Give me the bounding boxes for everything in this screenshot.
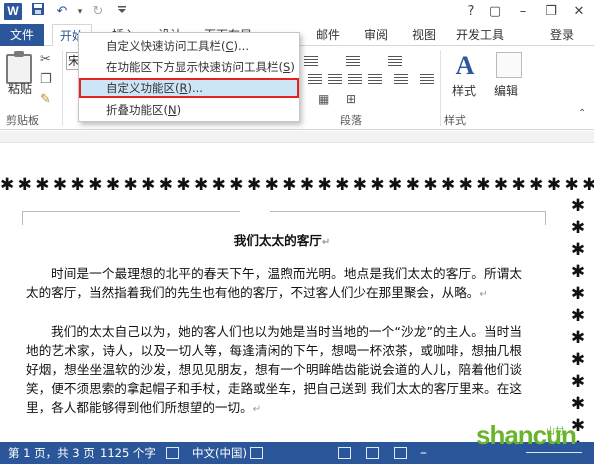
- editing-button-label[interactable]: 编辑: [494, 82, 518, 99]
- menu-item-hotkey: R: [179, 81, 188, 95]
- page-border-top: ✱ ✱ ✱ ✱ ✱ ✱ ✱ ✱ ✱ ✱ ✱ ✱ ✱ ✱ ✱ ✱ ✱ ✱ ✱ ✱ …: [0, 175, 594, 195]
- numbering-icon[interactable]: [346, 56, 360, 67]
- menu-item-tail: )...: [187, 81, 203, 95]
- read-mode-icon[interactable]: [338, 447, 351, 459]
- line-spacing-icon[interactable]: [394, 74, 408, 85]
- language-indicator[interactable]: 中文(中国): [192, 442, 247, 464]
- page-count[interactable]: 第 1 页，共 3 页: [8, 442, 95, 464]
- margin-guide: [22, 211, 23, 225]
- sign-in-link[interactable]: 登录: [550, 24, 574, 46]
- save-icon[interactable]: [28, 2, 48, 22]
- paragraph-text: 时间是一个最理想的北平的春天下午，温煦而光明。地点是我们太太的客厅。所谓太太的客…: [26, 266, 522, 300]
- cut-icon[interactable]: ✂: [40, 52, 51, 67]
- menu-item-label: 自定义功能区(: [106, 81, 180, 95]
- page-border-right: ✱✱✱✱✱✱✱✱✱✱✱✱: [570, 196, 586, 445]
- paragraph-group-label: 段落: [340, 114, 362, 127]
- close-button[interactable]: ✕: [568, 1, 590, 23]
- borders-icon[interactable]: ⊞: [346, 92, 356, 106]
- customize-quick-access-icon[interactable]: [112, 2, 132, 22]
- paragraph-mark: ↵: [252, 404, 262, 415]
- editing-icon[interactable]: [496, 52, 522, 78]
- clipboard-group-label: 剪贴板: [6, 114, 39, 127]
- tab-developer[interactable]: 开发工具: [452, 24, 508, 46]
- undo-dropdown-icon[interactable]: ▾: [70, 2, 90, 22]
- word-count[interactable]: 1125 个字: [100, 442, 156, 464]
- align-right-icon[interactable]: [348, 74, 362, 85]
- paragraph: 我们的太太自己以为，她的客人们也以为她是当时当地的一个“沙龙”的主人。当时当地的…: [26, 322, 522, 419]
- print-layout-icon[interactable]: [366, 447, 379, 459]
- menu-item-tail: ): [176, 103, 182, 117]
- menu-item-customize-quick-access[interactable]: 自定义快速访问工具栏(C)...: [80, 36, 298, 56]
- menu-item-collapse-ribbon[interactable]: 折叠功能区(N): [80, 100, 298, 120]
- menu-item-hotkey: C: [225, 39, 234, 53]
- document-area[interactable]: ✱ ✱ ✱ ✱ ✱ ✱ ✱ ✱ ✱ ✱ ✱ ✱ ✱ ✱ ✱ ✱ ✱ ✱ ✱ ✱ …: [0, 131, 594, 445]
- title-bar: W ↶ ▾ ↻ ? ▢ – ❐ ✕: [0, 0, 594, 24]
- justify-icon[interactable]: [368, 74, 382, 85]
- macro-record-icon[interactable]: [250, 447, 263, 459]
- help-button[interactable]: ?: [460, 1, 482, 23]
- tab-mailings[interactable]: 邮件: [308, 24, 348, 46]
- styles-icon[interactable]: A: [452, 52, 478, 80]
- ruler-strip: [0, 131, 594, 143]
- tab-review[interactable]: 审阅: [356, 24, 396, 46]
- watermark-sub: 山村: [546, 427, 565, 437]
- document-body[interactable]: 我们太太的客厅↵ 时间是一个最理想的北平的春天下午，温煦而光明。地点是我们太太的…: [26, 231, 522, 437]
- zoom-out-icon[interactable]: –: [420, 442, 427, 464]
- copy-icon[interactable]: ❐: [40, 72, 52, 87]
- restore-button[interactable]: ❐: [540, 1, 562, 23]
- document-heading: 我们太太的客厅↵: [42, 231, 522, 252]
- menu-item-tail: ): [290, 60, 295, 74]
- tab-view[interactable]: 视图: [404, 24, 444, 46]
- paragraph-mark: ↵: [479, 289, 488, 300]
- word-app-icon: W: [4, 3, 22, 20]
- quick-access-context-menu: 自定义快速访问工具栏(C)... 在功能区下方显示快速访问工具栏(S) 自定义功…: [78, 32, 300, 122]
- margin-guide: [22, 211, 240, 212]
- web-layout-icon[interactable]: [394, 447, 407, 459]
- sort-icon[interactable]: [420, 74, 434, 85]
- menu-item-label: 折叠功能区(: [106, 103, 168, 117]
- group-separator: [440, 50, 441, 126]
- format-painter-icon[interactable]: ✎: [40, 92, 51, 107]
- heading-text: 我们太太的客厅: [233, 233, 322, 248]
- menu-item-label: 自定义快速访问工具栏(: [106, 39, 226, 53]
- undo-icon[interactable]: ↶: [52, 2, 72, 22]
- group-separator: [62, 50, 63, 126]
- paragraph: 时间是一个最理想的北平的春天下午，温煦而光明。地点是我们太太的客厅。所谓太太的客…: [26, 264, 522, 304]
- paragraph-mark: ↵: [321, 237, 331, 248]
- ribbon-display-options-button[interactable]: ▢: [484, 1, 506, 23]
- shading-icon[interactable]: ▦: [318, 92, 329, 106]
- redo-icon[interactable]: ↻: [88, 2, 108, 22]
- collapse-ribbon-icon[interactable]: ⌃: [578, 108, 586, 119]
- menu-item-hotkey: N: [168, 103, 177, 117]
- proofing-icon[interactable]: [166, 447, 179, 459]
- zoom-slider[interactable]: [526, 452, 582, 453]
- margin-guide: [270, 211, 546, 212]
- styles-group-label: 样式: [444, 114, 466, 127]
- margin-guide: [545, 211, 546, 225]
- align-center-icon[interactable]: [328, 74, 342, 85]
- bullets-icon[interactable]: [304, 56, 318, 67]
- paste-button-label[interactable]: 粘贴: [8, 80, 32, 97]
- menu-item-tail: )...: [233, 39, 249, 53]
- tab-file[interactable]: 文件: [0, 24, 44, 46]
- styles-button-label[interactable]: 样式: [452, 82, 476, 99]
- menu-item-customize-ribbon[interactable]: 自定义功能区(R)...: [79, 78, 299, 98]
- menu-item-label: 在功能区下方显示快速访问工具栏(: [106, 60, 283, 74]
- minimize-button[interactable]: –: [512, 1, 534, 23]
- menu-item-show-below-ribbon[interactable]: 在功能区下方显示快速访问工具栏(S): [80, 57, 298, 77]
- multilevel-list-icon[interactable]: [388, 56, 402, 67]
- paragraph-text: 我们的太太自己以为，她的客人们也以为她是当时当地的一个“沙龙”的主人。当时当地的…: [26, 324, 522, 415]
- align-left-icon[interactable]: [308, 74, 322, 85]
